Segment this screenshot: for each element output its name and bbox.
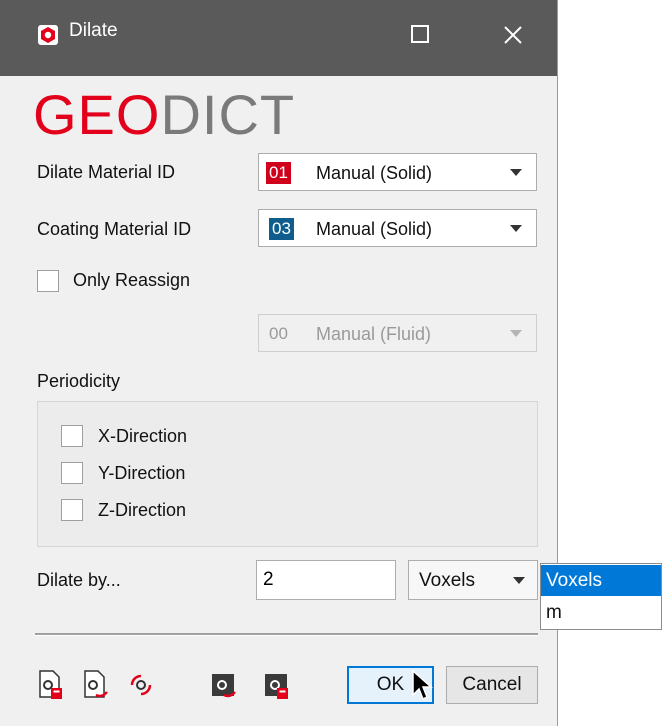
x-direction-label: X-Direction [98,426,188,446]
combo-value: Manual (Fluid) [316,324,432,344]
z-direction-checkbox[interactable] [61,499,83,521]
only-reassign-label: Only Reassign [73,270,191,290]
only-reassign-checkbox[interactable] [37,270,59,292]
unit-option-m[interactable]: m [541,597,661,628]
coating-material-label: Coating Material ID [37,219,192,239]
close-icon [504,26,522,44]
material-id-chip: 03 [269,218,294,240]
title-bar[interactable]: Dilate [0,0,557,76]
mouse-cursor-icon [412,670,433,701]
combo-value: Manual (Solid) [316,219,433,239]
x-direction-checkbox[interactable] [61,425,83,447]
unit-dropdown-list: Voxels m [540,563,662,630]
dilate-by-label: Dilate by... [37,570,121,590]
reset-settings-icon[interactable] [128,670,154,700]
record-macro-settings-icon[interactable] [264,670,290,700]
periodicity-label: Periodicity [37,371,121,391]
window-title: Dilate [69,20,118,41]
cancel-button[interactable]: Cancel [446,666,538,704]
maximize-button[interactable] [393,0,447,76]
close-button[interactable] [485,0,539,76]
z-direction-label: Z-Direction [98,500,187,520]
unit-value: Voxels [419,570,475,591]
separator [35,633,538,636]
save-settings-icon[interactable] [83,670,109,700]
dilate-dialog: Dilate GEODICT Dilate Material ID 01 Man… [0,0,558,726]
unit-option-voxels[interactable]: Voxels [541,565,661,596]
chevron-down-icon [513,577,525,584]
logo-dict: DICT [160,83,296,146]
logo-geo: GEO [33,83,161,146]
coating-material-combo[interactable]: 03 Manual (Solid) [258,209,537,247]
dilate-material-label: Dilate Material ID [37,162,176,182]
material-id-chip: 00 [269,324,288,343]
dilate-by-input[interactable]: 2 [256,560,396,600]
maximize-icon [411,25,429,43]
unit-combo[interactable]: Voxels [408,560,538,600]
record-macro-icon[interactable] [211,670,237,700]
geodict-app-icon [38,25,58,45]
geodict-logo: GEODICT [33,85,295,145]
y-direction-checkbox[interactable] [61,462,83,484]
chevron-down-icon [510,169,522,176]
y-direction-label: Y-Direction [98,463,186,483]
load-settings-icon[interactable] [38,670,64,700]
chevron-down-icon [510,330,522,337]
material-id-chip: 01 [266,162,291,184]
reassign-material-combo: 00 Manual (Fluid) [258,314,537,352]
dilate-material-combo[interactable]: 01 Manual (Solid) [258,153,537,191]
chevron-down-icon [510,225,522,232]
combo-value: Manual (Solid) [316,163,433,183]
